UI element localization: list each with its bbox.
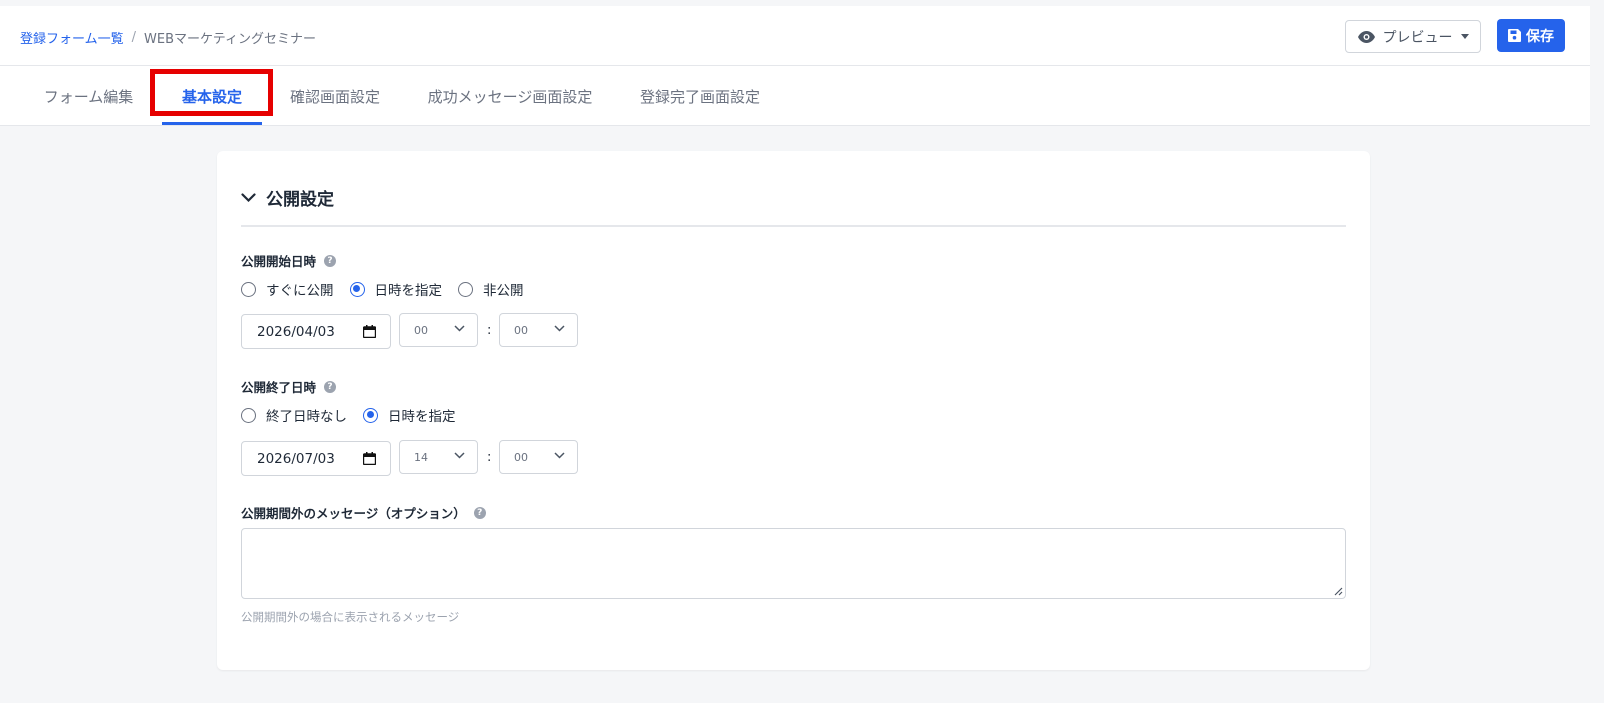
end-hour-value: 14: [414, 450, 428, 464]
breadcrumb-form-list-link[interactable]: 登録フォーム一覧: [20, 28, 124, 47]
radio-no-end[interactable]: 終了日時なし: [241, 405, 347, 425]
preview-button[interactable]: プレビュー: [1345, 20, 1481, 53]
start-radio-group: すぐに公開 日時を指定 非公開: [241, 279, 524, 299]
chevron-down-icon: [554, 325, 565, 332]
radio-label: 非公開: [483, 283, 524, 299]
save-label: 保存: [1526, 28, 1554, 45]
radio-circle[interactable]: [349, 281, 365, 297]
save-button[interactable]: 保存: [1497, 19, 1565, 52]
eye-icon: [1357, 30, 1375, 43]
start-minute-value: 00: [514, 323, 528, 337]
radio-start-specify[interactable]: 日時を指定: [349, 279, 443, 299]
calendar-icon[interactable]: [363, 325, 376, 338]
end-minute-select[interactable]: 00: [499, 440, 578, 474]
breadcrumb-current: WEBマーケティングセミナー: [144, 32, 316, 47]
tab-success-message[interactable]: 成功メッセージ画面設定: [420, 66, 600, 126]
out-of-period-message-label: 公開期間外のメッセージ（オプション） ?: [241, 503, 486, 522]
out-of-period-message-label-text: 公開期間外のメッセージ（オプション）: [241, 506, 466, 521]
start-datetime-label: 公開開始日時 ?: [241, 251, 337, 270]
start-minute-select[interactable]: 00: [499, 313, 578, 347]
radio-label: 日時を指定: [374, 283, 443, 299]
chevron-down-icon: [554, 452, 565, 459]
help-icon[interactable]: ?: [473, 506, 486, 519]
radio-label: すぐに公開: [266, 283, 334, 299]
end-date-input[interactable]: 2026/07/03: [241, 441, 391, 476]
preview-label: プレビュー: [1382, 29, 1453, 46]
out-of-period-message-hint: 公開期間外の場合に表示されるメッセージ: [241, 610, 460, 624]
calendar-icon[interactable]: [363, 452, 376, 465]
chevron-down-icon: [241, 192, 256, 202]
start-hour-select[interactable]: 00: [399, 313, 478, 347]
radio-circle[interactable]: [458, 281, 473, 297]
breadcrumb-separator: /: [131, 30, 137, 45]
help-icon[interactable]: ?: [324, 380, 337, 393]
tab-registration-complete[interactable]: 登録完了画面設定: [632, 66, 768, 126]
end-radio-group: 終了日時なし 日時を指定: [241, 405, 456, 425]
end-hour-select[interactable]: 14: [399, 440, 478, 474]
end-date-value: 2026/07/03: [257, 450, 335, 467]
end-datetime-label-text: 公開終了日時: [241, 380, 317, 395]
resize-grip-icon[interactable]: [1334, 587, 1343, 596]
radio-label: 終了日時なし: [266, 409, 347, 425]
section-divider: [241, 225, 1346, 227]
radio-publish-now[interactable]: すぐに公開: [241, 279, 334, 299]
chevron-down-icon: [454, 325, 465, 332]
time-separator: :: [487, 450, 492, 465]
radio-circle[interactable]: [241, 407, 256, 423]
tab-form-edit[interactable]: フォーム編集: [36, 66, 141, 126]
tab-confirm-screen[interactable]: 確認画面設定: [280, 66, 390, 126]
tab-basic-settings[interactable]: 基本設定: [158, 66, 266, 126]
section-header-publish[interactable]: 公開設定: [241, 185, 334, 210]
start-hour-value: 00: [414, 323, 428, 337]
section-title: 公開設定: [266, 190, 334, 210]
end-minute-value: 00: [514, 450, 528, 464]
radio-end-specify[interactable]: 日時を指定: [363, 405, 456, 425]
time-separator: :: [487, 323, 492, 338]
settings-card: 公開設定 公開開始日時 ? すぐに公開 日時を指定 非公開 2026/04/03…: [217, 151, 1370, 670]
start-date-input[interactable]: 2026/04/03: [241, 314, 391, 349]
floppy-disk-icon: [1508, 29, 1521, 42]
tab-bar: フォーム編集 基本設定 確認画面設定 成功メッセージ画面設定 登録完了画面設定: [0, 66, 1590, 126]
top-bar: 登録フォーム一覧 / WEBマーケティングセミナー プレビュー 保存: [0, 6, 1590, 66]
help-icon[interactable]: ?: [324, 254, 337, 267]
start-date-value: 2026/04/03: [257, 323, 335, 340]
end-datetime-label: 公開終了日時 ?: [241, 377, 337, 396]
radio-circle[interactable]: [241, 281, 256, 297]
radio-label: 日時を指定: [388, 409, 456, 425]
start-datetime-label-text: 公開開始日時: [241, 254, 317, 269]
radio-private[interactable]: 非公開: [458, 279, 524, 299]
chevron-down-icon: [454, 452, 465, 459]
out-of-period-message-textarea[interactable]: [241, 528, 1346, 599]
caret-down-icon: [1460, 34, 1469, 39]
radio-circle[interactable]: [363, 407, 378, 423]
breadcrumb: 登録フォーム一覧 / WEBマーケティングセミナー: [20, 28, 316, 47]
